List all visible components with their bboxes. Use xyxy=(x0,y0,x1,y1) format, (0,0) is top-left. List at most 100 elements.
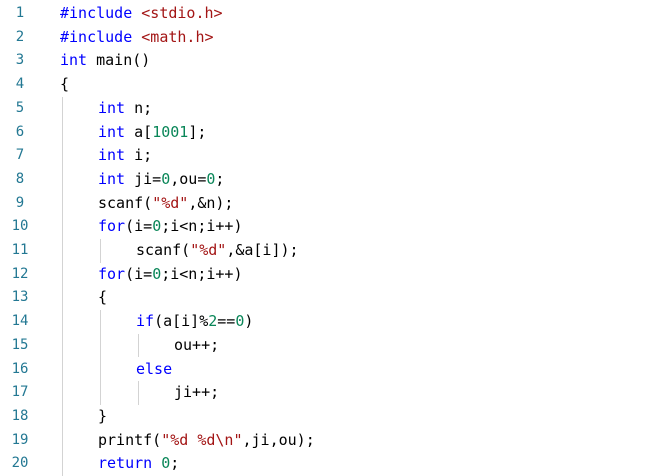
code-token: for xyxy=(98,264,126,283)
code-token: int xyxy=(60,51,88,70)
line-number: 14 xyxy=(11,313,29,330)
code-line[interactable]: 2 #include <math.h> xyxy=(0,26,654,50)
line-number: 13 xyxy=(11,289,29,306)
code-line[interactable]: 17 ji++; xyxy=(0,381,654,405)
line-number: 7 xyxy=(15,147,25,164)
code-token: printf( xyxy=(98,430,162,449)
code-text: scanf("%d",&n); xyxy=(98,192,233,216)
code-token: int xyxy=(98,169,126,188)
code-line[interactable]: 4{ xyxy=(0,73,654,97)
code-text: } xyxy=(98,405,107,429)
line-number: 1 xyxy=(15,5,25,21)
code-token: int xyxy=(98,122,126,141)
code-token: ) xyxy=(244,312,254,331)
code-token: 0 xyxy=(152,217,162,236)
code-token: #include xyxy=(60,27,133,46)
code-line[interactable]: 14 if(a[i]%2==0) xyxy=(0,310,654,334)
code-line[interactable]: 7 int i; xyxy=(0,144,654,168)
code-token: ou++; xyxy=(174,335,220,354)
code-token: 0 xyxy=(161,454,171,473)
code-token: scanf( xyxy=(98,193,153,212)
code-text: return 0; xyxy=(98,452,179,476)
code-line[interactable]: 1 #include <stdio.h> xyxy=(0,2,654,26)
line-number: 5 xyxy=(15,99,25,116)
code-line[interactable]: 11 scanf("%d",&a[i]); xyxy=(0,239,654,263)
line-number: 12 xyxy=(11,265,29,282)
code-text: int a[1001]; xyxy=(98,121,206,145)
indent-guide xyxy=(62,96,63,476)
code-line[interactable]: 18} xyxy=(0,405,654,429)
code-token: main() xyxy=(87,51,151,70)
code-token: #include xyxy=(60,4,133,22)
line-number: 11 xyxy=(11,242,29,258)
line-number: 19 xyxy=(11,431,29,448)
code-text: { xyxy=(60,73,69,97)
code-line[interactable]: 12 for(i=0;i<n;i++) xyxy=(0,263,654,287)
line-number: 18 xyxy=(11,407,29,424)
code-text: for(i=0;i<n;i++) xyxy=(98,215,243,239)
code-token: ,&n); xyxy=(188,193,234,212)
code-line[interactable]: 3 int main() xyxy=(0,49,654,73)
line-number: 6 xyxy=(15,123,25,140)
code-token: return xyxy=(98,454,153,473)
code-token: { xyxy=(98,288,108,307)
code-token: a[ xyxy=(125,122,153,141)
code-token: ji++; xyxy=(174,383,220,402)
code-line[interactable]: 8 int ji=0,ou=0; xyxy=(0,168,654,192)
code-token: ,ji,ou); xyxy=(242,430,315,449)
code-line[interactable]: 9 scanf("%d",&n); xyxy=(0,192,654,216)
code-token: ji= xyxy=(125,169,162,188)
code-token: ;i<n;i++) xyxy=(161,264,243,283)
code-line[interactable]: 10 for(i=0;i<n;i++) xyxy=(0,215,654,239)
code-token: "%d %d\n" xyxy=(161,430,243,449)
code-text: int i; xyxy=(98,144,152,168)
code-text: { xyxy=(98,286,107,310)
code-line[interactable]: 13 { xyxy=(0,286,654,310)
code-token: 0 xyxy=(161,169,171,188)
code-token: "%d" xyxy=(190,241,227,259)
indent-guide xyxy=(100,239,101,263)
code-token: 1001 xyxy=(152,122,189,141)
line-number: 10 xyxy=(11,218,29,235)
line-number: 4 xyxy=(15,76,25,93)
code-token: i; xyxy=(125,146,153,165)
indent-guide xyxy=(138,333,139,358)
code-token: ]; xyxy=(188,122,207,141)
line-number: 16 xyxy=(11,360,29,377)
code-line[interactable]: 15 ou++; xyxy=(0,334,654,358)
code-token: ,&a[i]); xyxy=(226,241,299,259)
code-token: (i= xyxy=(125,264,153,283)
code-token: ;i<n;i++) xyxy=(161,217,243,236)
code-line[interactable]: 5 int n; xyxy=(0,97,654,121)
code-token: 0 xyxy=(152,264,162,283)
code-text: int n; xyxy=(98,97,152,121)
code-editor[interactable]: 1 #include <stdio.h> 2 #include <math.h> 3 in… xyxy=(0,0,654,476)
code-line[interactable]: 16 else xyxy=(0,358,654,382)
code-text: scanf("%d",&a[i]); xyxy=(136,239,299,263)
code-text: ji++; xyxy=(174,381,219,405)
line-number: 15 xyxy=(11,336,29,353)
code-token: == xyxy=(217,312,236,331)
code-token: (i= xyxy=(125,217,153,236)
line-number: 20 xyxy=(11,455,29,472)
code-token: { xyxy=(60,75,70,94)
line-number: 9 xyxy=(15,194,25,211)
code-text: else xyxy=(136,358,172,382)
code-text: for(i=0;i<n;i++) xyxy=(98,263,243,287)
code-line[interactable]: 20 return 0; xyxy=(0,452,654,476)
line-number: 8 xyxy=(15,170,25,187)
code-token: for xyxy=(98,217,126,236)
code-token: "%d" xyxy=(152,193,189,212)
line-number: 2 xyxy=(15,28,25,45)
indent-guide xyxy=(138,381,139,405)
code-token: ; xyxy=(215,169,225,188)
code-text: int ji=0,ou=0; xyxy=(98,168,224,192)
code-token: (a[i]% xyxy=(154,312,209,331)
code-token: ,ou= xyxy=(170,169,207,188)
code-line[interactable]: 19 printf("%d %d\n",ji,ou); xyxy=(0,429,654,453)
code-line[interactable]: 6 int a[1001]; xyxy=(0,121,654,145)
code-text: int main() xyxy=(60,49,150,73)
code-token: ; xyxy=(170,454,180,473)
